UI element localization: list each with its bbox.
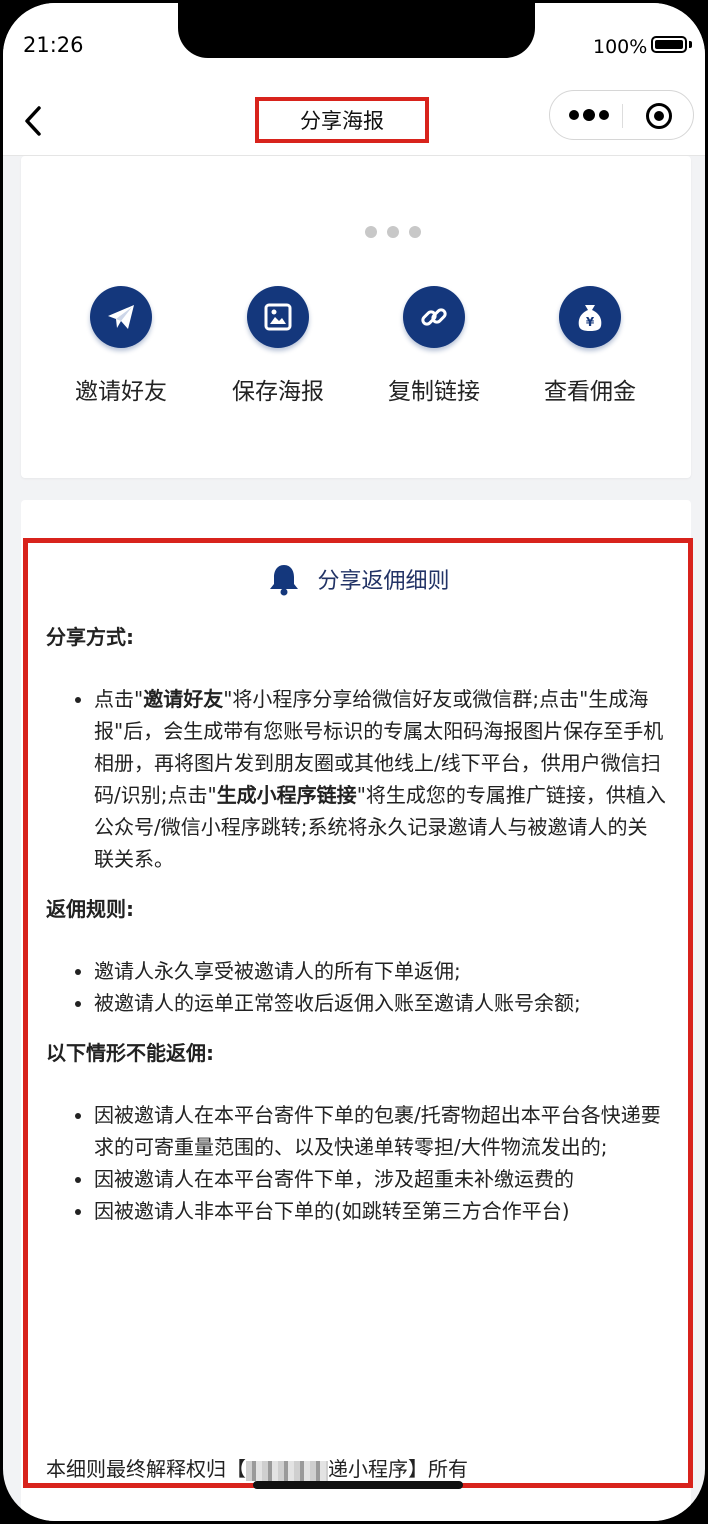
- carousel-pager: [365, 226, 421, 238]
- bell-icon: [270, 565, 299, 596]
- list-item: 因被邀请人非本平台下单的(如跳转至第三方合作平台): [94, 1195, 666, 1227]
- action-label: 保存海报: [232, 379, 324, 405]
- battery-tip: [689, 41, 692, 48]
- list-item: 被邀请人的运单正常签收后返佣入账至邀请人账号余额;: [94, 987, 666, 1019]
- share-actions-card: 邀请好友 保存海报 复制链接 ¥ 查看佣金: [21, 156, 691, 478]
- paper-plane-icon: [90, 286, 152, 348]
- phone-screen: 21:26 100% 分享海报 邀请好友 保存海报 复制链接 ¥ 查看佣金 分享…: [3, 3, 705, 1521]
- more-menu-icon[interactable]: [568, 106, 610, 124]
- status-bar: 21:26 100%: [3, 3, 705, 89]
- rules-highlight-box: 分享返佣细则 分享方式: 点击"邀请好友"将小程序分享给微信好友或微信群;点击"…: [23, 538, 693, 1488]
- rules-footer: 本细则最终解释权归【 递小程序】所有: [46, 1457, 468, 1481]
- battery-percent: 100%: [593, 36, 648, 58]
- list-item: 因被邀请人在本平台寄件下单，涉及超重未补缴运费的: [94, 1163, 666, 1195]
- section-title-exclusions: 以下情形不能返佣:: [46, 1041, 214, 1065]
- rules-title: 分享返佣细则: [317, 569, 450, 594]
- rules-body: 分享方式: 点击"邀请好友"将小程序分享给微信好友或微信群;点击"生成海报"后，…: [46, 621, 666, 1245]
- action-label: 查看佣金: [544, 379, 636, 405]
- action-label: 邀请好友: [75, 379, 167, 405]
- battery-icon: [651, 36, 687, 53]
- chevron-left-icon: [25, 106, 41, 136]
- invite-friends-button[interactable]: 邀请好友: [46, 286, 196, 406]
- link-icon: [403, 286, 465, 348]
- status-time: 21:26: [23, 33, 84, 57]
- page-title: 分享海报: [300, 109, 384, 133]
- share-actions: 邀请好友 保存海报 复制链接 ¥ 查看佣金: [21, 286, 691, 416]
- action-label: 复制链接: [388, 379, 480, 405]
- list-item: 邀请人永久享受被邀请人的所有下单返佣;: [94, 955, 666, 987]
- save-poster-button[interactable]: 保存海报: [203, 286, 353, 406]
- page-title-highlight: 分享海报: [255, 97, 429, 143]
- exclusions-list: 因被邀请人在本平台寄件下单的包裹/托寄物超出本平台各快递要求的可寄重量范围的、以…: [46, 1099, 666, 1227]
- money-bag-icon: ¥: [559, 286, 621, 348]
- navigation-bar: 分享海报: [3, 89, 705, 156]
- page-content[interactable]: 邀请好友 保存海报 复制链接 ¥ 查看佣金 分享返佣细则 分享方式: • 点击"…: [3, 156, 705, 1521]
- copy-link-button[interactable]: 复制链接: [359, 286, 509, 406]
- notch: [178, 3, 535, 58]
- svg-text:¥: ¥: [586, 315, 595, 329]
- home-indicator[interactable]: [253, 1481, 463, 1489]
- share-method-list: 点击"邀请好友"将小程序分享给微信好友或微信群;点击"生成海报"后，会生成带有您…: [46, 683, 666, 875]
- image-icon: [247, 286, 309, 348]
- view-commission-button[interactable]: ¥ 查看佣金: [515, 286, 665, 406]
- capsule-divider: [622, 104, 623, 128]
- close-mini-program-icon[interactable]: [645, 102, 673, 130]
- mini-program-capsule: [549, 90, 694, 140]
- list-item: 点击"邀请好友"将小程序分享给微信好友或微信群;点击"生成海报"后，会生成带有您…: [94, 683, 666, 875]
- rules-heading: 分享返佣细则: [28, 561, 688, 597]
- redacted-name: [246, 1460, 328, 1481]
- commission-rules-list: 邀请人永久享受被邀请人的所有下单返佣; 被邀请人的运单正常签收后返佣入账至邀请人…: [46, 955, 666, 1019]
- list-item: 因被邀请人在本平台寄件下单的包裹/托寄物超出本平台各快递要求的可寄重量范围的、以…: [94, 1099, 666, 1163]
- section-title-commission-rules: 返佣规则:: [46, 897, 134, 921]
- section-title-share-method: 分享方式:: [46, 625, 134, 649]
- back-button[interactable]: [17, 103, 51, 139]
